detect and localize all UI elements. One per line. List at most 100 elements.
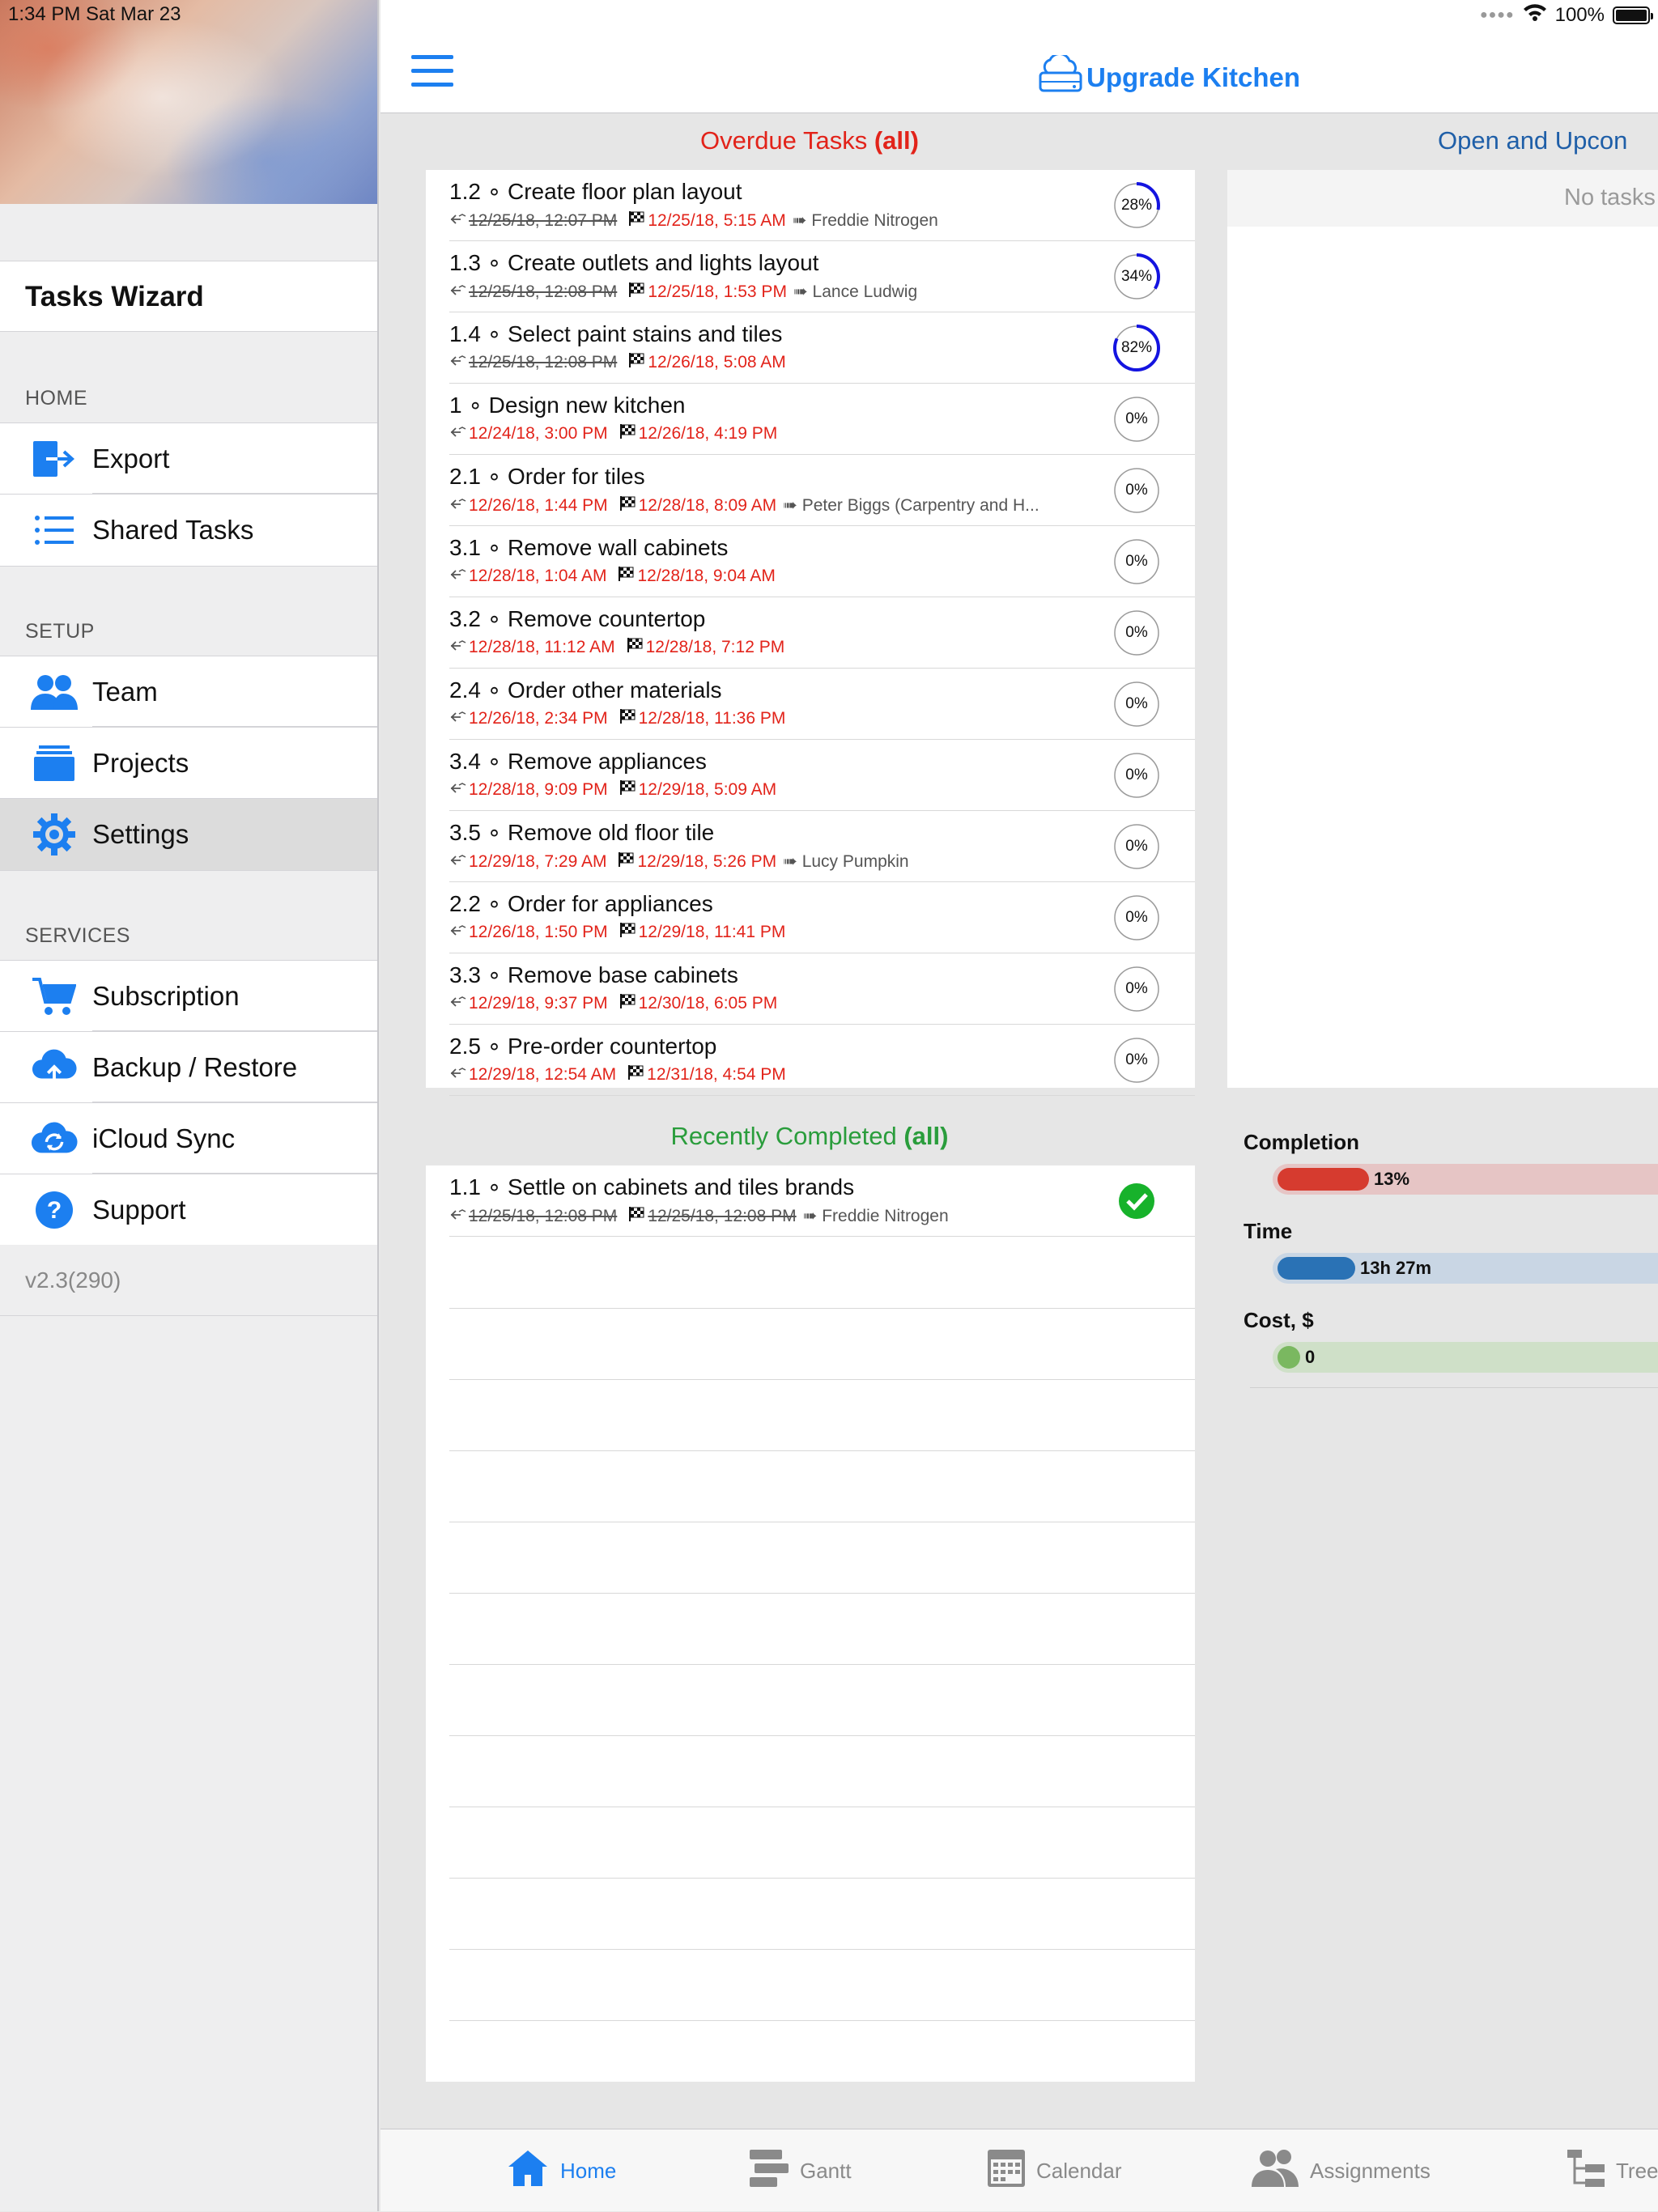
sidebar-item-shared-tasks[interactable]: Shared Tasks (0, 495, 377, 566)
project-title[interactable]: Upgrade Kitchen (1038, 52, 1301, 100)
task-end-date: 12/28/18, 11:36 PM (638, 709, 786, 728)
finish-flag-icon (615, 638, 646, 657)
task-end-date: 12/29/18, 11:41 PM (638, 923, 786, 941)
progress-percent: 0% (1125, 1051, 1148, 1068)
progress-ring: 0% (1112, 1036, 1161, 1085)
start-date-icon (449, 709, 469, 728)
task-row[interactable]: 3.1 ∘ Remove wall cabinets 12/28/18, 1:04… (426, 526, 1195, 597)
tab-assignments[interactable]: Assignments (1252, 2129, 1431, 2212)
battery-icon (1613, 6, 1653, 24)
assignee-arrow-icon: ➠ (783, 496, 797, 515)
task-row[interactable]: 3.2 ∘ Remove countertop 12/28/18, 11:12 A… (426, 597, 1195, 669)
task-end-date: 12/28/18, 8:09 AM (638, 495, 777, 515)
task-end-date: 12/25/18, 12:08 PM (648, 1206, 797, 1225)
task-start-date: 12/28/18, 9:09 PM (469, 780, 608, 799)
task-row[interactable]: 3.4 ∘ Remove appliances 12/28/18, 9:09 PM… (426, 740, 1195, 811)
cloud-drive-icon (1038, 52, 1083, 100)
empty-row-divider (449, 1308, 1195, 1309)
app-version: v2.3(290) (0, 1245, 377, 1316)
completed-filter[interactable]: (all) (903, 1122, 948, 1150)
sidebar-item-support[interactable]: ? Support (0, 1174, 377, 1246)
sidebar-title: Tasks Wizard (0, 261, 377, 332)
tab-home[interactable]: Home (507, 2129, 616, 2212)
finish-flag-icon (617, 1206, 648, 1226)
project-title-text: Upgrade Kitchen (1086, 62, 1301, 92)
section-home: Export Shared Tasks (0, 422, 377, 567)
task-title: 3.3 ∘ Remove base cabinets (449, 962, 738, 987)
task-row[interactable]: 2.1 ∘ Order for tiles 12/26/18, 1:44 PM 12… (426, 455, 1195, 526)
start-date-icon (449, 1065, 469, 1085)
stats-panel (1214, 1110, 1658, 2104)
task-assignee: Freddie Nitrogen (822, 1206, 949, 1225)
progress-percent: 0% (1125, 766, 1148, 783)
start-date-icon (449, 282, 469, 302)
finish-flag-icon (617, 210, 648, 231)
task-row[interactable]: 1.2 ∘ Create floor plan layout 12/25/18, … (426, 170, 1195, 241)
completed-task-row[interactable]: 1.1 ∘ Settle on cabinets and tiles brand… (426, 1165, 1195, 1237)
sidebar-item-backup-restore[interactable]: Backup / Restore (0, 1032, 377, 1103)
section-header-services: SERVICES (25, 924, 130, 947)
task-row[interactable]: 3.3 ∘ Remove base cabinets 12/29/18, 9:37… (426, 953, 1195, 1025)
progress-percent: 0% (1125, 482, 1148, 499)
progress-ring: 0% (1112, 894, 1161, 942)
sidebar-item-export[interactable]: Export (0, 423, 377, 495)
assignee-arrow-icon: ➠ (783, 852, 797, 871)
empty-row-divider (449, 1664, 1195, 1665)
task-dates: 12/26/18, 1:44 PM 12/28/18, 8:09 AM ➠ Peter… (449, 495, 1039, 516)
progress-percent: 0% (1125, 980, 1148, 997)
sidebar-item-settings[interactable]: Settings (0, 799, 377, 870)
completed-title: Recently Completed (all) (413, 1122, 1206, 1151)
sidebar-header-photo (0, 0, 377, 204)
tab-bar: Home Gantt Calendar Assignments Tree (380, 2129, 1658, 2211)
start-date-icon (449, 567, 469, 586)
overdue-filter[interactable]: (all) (874, 126, 919, 155)
sidebar-item-label: iCloud Sync (92, 1123, 236, 1153)
task-start-date: 12/26/18, 2:34 PM (469, 709, 608, 728)
home-icon (507, 2149, 549, 2193)
tree-icon (1567, 2149, 1605, 2193)
open-upcoming-list: No tasks (1227, 170, 1658, 1088)
sidebar-item-projects[interactable]: Projects (0, 728, 377, 799)
task-end-date: 12/26/18, 4:19 PM (638, 424, 778, 443)
assignee-arrow-icon: ➠ (793, 282, 808, 301)
tab-label: Tree (1616, 2158, 1658, 2183)
progress-ring: 34% (1112, 253, 1161, 301)
task-title: 1.1 ∘ Settle on cabinets and tiles brand… (449, 1174, 855, 1199)
completed-panel: Recently Completed (all) 1.1 ∘ Settle on… (413, 1110, 1206, 2104)
sidebar-item-icloud-sync[interactable]: iCloud Sync (0, 1103, 377, 1174)
task-title: 1.2 ∘ Create floor plan layout (449, 179, 742, 204)
progress-percent: 0% (1125, 695, 1148, 712)
task-row[interactable]: 1.3 ∘ Create outlets and lights layout 12… (426, 241, 1195, 312)
task-row[interactable]: 2.2 ∘ Order for appliances 12/26/18, 1:50… (426, 882, 1195, 953)
empty-state-text: No tasks (1564, 185, 1656, 210)
open-upcoming-panel: Open and Upcon No tasks (1214, 115, 1658, 1098)
task-start-date: 12/25/18, 12:08 PM (469, 1206, 618, 1225)
task-dates: 12/26/18, 1:50 PM 12/29/18, 11:41 PM (449, 923, 785, 942)
assignments-icon (1252, 2149, 1299, 2193)
start-date-icon (449, 496, 469, 516)
task-row[interactable]: 3.5 ∘ Remove old floor tile 12/29/18, 7:2… (426, 811, 1195, 882)
cart-icon (31, 973, 78, 1020)
tab-calendar[interactable]: Calendar (988, 2129, 1122, 2212)
task-row[interactable]: 1.4 ∘ Select paint stains and tiles 12/25… (426, 312, 1195, 384)
task-start-date: 12/25/18, 12:08 PM (469, 353, 618, 371)
section-services: Subscription Backup / Restore iCloud Syn… (0, 960, 377, 1246)
task-end-date: 12/28/18, 9:04 AM (637, 567, 776, 585)
completed-list: 1.1 ∘ Settle on cabinets and tiles brand… (426, 1165, 1195, 2082)
wifi-icon (1523, 3, 1547, 27)
task-row[interactable]: 1 ∘ Design new kitchen 12/24/18, 3:00 PM 1… (426, 384, 1195, 455)
tab-tree[interactable]: Tree (1567, 2129, 1658, 2212)
tab-label: Calendar (1036, 2158, 1122, 2183)
task-title: 1.3 ∘ Create outlets and lights layout (449, 250, 819, 275)
task-start-date: 12/29/18, 7:29 AM (469, 851, 607, 871)
progress-percent: 0% (1125, 624, 1148, 641)
sidebar-item-label: Backup / Restore (92, 1051, 298, 1082)
task-row[interactable]: 2.5 ∘ Pre-order countertop 12/29/18, 12:5… (426, 1025, 1195, 1096)
sidebar-item-team[interactable]: Team (0, 656, 377, 728)
task-start-date: 12/24/18, 3:00 PM (469, 424, 608, 443)
sidebar-item-subscription[interactable]: Subscription (0, 961, 377, 1032)
tab-gantt[interactable]: Gantt (750, 2129, 852, 2212)
hamburger-icon[interactable] (411, 55, 453, 87)
task-row[interactable]: 2.4 ∘ Order other materials 12/26/18, 2:3… (426, 669, 1195, 740)
task-dates: 12/25/18, 12:08 PM 12/25/18, 1:53 PM ➠ Lanc… (449, 282, 917, 302)
